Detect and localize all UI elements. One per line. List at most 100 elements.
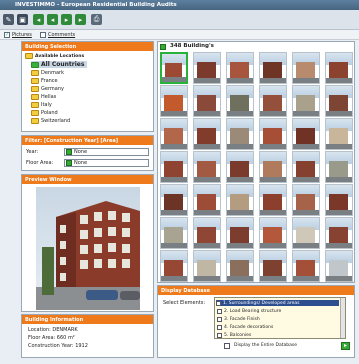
comments-checkbox[interactable] bbox=[40, 32, 46, 38]
floor-toggle-icon bbox=[66, 160, 72, 166]
tree-root[interactable]: Available Locations bbox=[25, 53, 84, 59]
checkbox-icon bbox=[217, 308, 222, 314]
building-selection-heading: Building Selection bbox=[22, 42, 153, 51]
prev-icon[interactable]: ◂ bbox=[47, 14, 58, 25]
elements-listbox[interactable]: 1. Surroundings/ Developed areas 2. Load… bbox=[214, 297, 346, 339]
thumbnail[interactable] bbox=[259, 184, 287, 216]
list-item[interactable]: 1. Surroundings/ Developed areas bbox=[216, 300, 339, 306]
thumbnail[interactable] bbox=[193, 217, 221, 249]
tree-item-all-countries[interactable]: All Countries bbox=[31, 61, 88, 68]
thumbnail[interactable] bbox=[193, 151, 221, 183]
thumbnail[interactable] bbox=[226, 217, 254, 249]
thumbnail[interactable] bbox=[325, 217, 353, 249]
construction-year-text: Construction Year: 1912 bbox=[28, 343, 88, 349]
thumbnail[interactable] bbox=[292, 85, 320, 117]
year-toggle-icon bbox=[66, 149, 72, 155]
tree-root-label: Available Locations bbox=[35, 53, 85, 59]
comments-label: Comments bbox=[48, 32, 76, 38]
thumbnail[interactable] bbox=[292, 52, 320, 84]
entire-database-label: Display the Entire Database bbox=[234, 343, 297, 348]
tree-item-denmark[interactable]: Denmark bbox=[31, 70, 64, 76]
thumbnail[interactable] bbox=[226, 52, 254, 84]
thumbnail[interactable] bbox=[292, 151, 320, 183]
preview-panel: Preview Window bbox=[21, 174, 154, 312]
results-toggle-icon[interactable] bbox=[160, 44, 166, 50]
results-count: 348 Building's bbox=[170, 43, 214, 49]
thumbnail[interactable] bbox=[160, 151, 188, 183]
building-selection-panel: Building Selection Available Locations A… bbox=[21, 41, 154, 132]
thumbnail[interactable] bbox=[325, 184, 353, 216]
thumbnail[interactable] bbox=[259, 151, 287, 183]
list-item-label: 4. Facade decorations bbox=[224, 324, 274, 330]
preview-heading: Preview Window bbox=[22, 175, 153, 184]
list-item[interactable]: 2. Load Bearing structure bbox=[217, 308, 281, 314]
tree-item-poland[interactable]: Poland bbox=[31, 110, 58, 116]
go-arrow-icon[interactable]: ▸ bbox=[341, 342, 350, 350]
thumbnail[interactable] bbox=[259, 217, 287, 249]
thumbnail[interactable] bbox=[259, 85, 287, 117]
listbox-scrollbar[interactable] bbox=[340, 298, 345, 338]
thumbnail[interactable] bbox=[193, 184, 221, 216]
filter-panel: Filter: [Construction Year] [Area] Year:… bbox=[21, 135, 154, 171]
first-icon[interactable]: ◂ bbox=[33, 14, 44, 25]
thumbnail[interactable] bbox=[259, 52, 287, 84]
tree-item-switzerland[interactable]: Switzerland bbox=[31, 118, 70, 124]
save-icon[interactable]: ▣ bbox=[17, 14, 28, 25]
thumbnail[interactable] bbox=[226, 184, 254, 216]
preview-image bbox=[36, 187, 140, 310]
thumbnail[interactable] bbox=[193, 85, 221, 117]
tree-item-label: Hellas bbox=[41, 94, 57, 100]
floor-area-label: Floor Area: bbox=[26, 160, 54, 166]
thumbnail[interactable] bbox=[160, 250, 188, 282]
thumbnail[interactable] bbox=[160, 217, 188, 249]
thumbnail[interactable] bbox=[292, 118, 320, 150]
thumbnail[interactable] bbox=[226, 151, 254, 183]
print-icon[interactable]: ⎙ bbox=[91, 14, 102, 25]
thumbnail[interactable] bbox=[325, 151, 353, 183]
thumbnail[interactable] bbox=[325, 52, 353, 84]
next-icon[interactable]: ▸ bbox=[61, 14, 72, 25]
folder-icon bbox=[31, 61, 39, 68]
thumbnail[interactable] bbox=[259, 118, 287, 150]
thumbnail[interactable] bbox=[226, 118, 254, 150]
tree-item-italy[interactable]: Italy bbox=[31, 102, 52, 108]
thumbnail[interactable] bbox=[292, 250, 320, 282]
floor-area-field[interactable]: None bbox=[64, 159, 149, 167]
thumbnail[interactable] bbox=[193, 250, 221, 282]
thumbnail[interactable] bbox=[226, 85, 254, 117]
thumbnail[interactable] bbox=[160, 85, 188, 117]
options-bar: ✓ Pictures Comments bbox=[0, 30, 359, 40]
last-icon[interactable]: ▸ bbox=[75, 14, 86, 25]
tree-item-france[interactable]: France bbox=[31, 78, 58, 84]
thumbnail[interactable] bbox=[325, 118, 353, 150]
thumbnail[interactable] bbox=[160, 52, 188, 84]
tree-item-hellas[interactable]: Hellas bbox=[31, 94, 56, 100]
folder-icon bbox=[25, 53, 33, 59]
display-database-heading: Display Database bbox=[158, 286, 354, 295]
tree-item-label: Poland bbox=[41, 110, 58, 116]
list-item[interactable]: 5. Balconies bbox=[217, 332, 251, 338]
thumbnail[interactable] bbox=[160, 118, 188, 150]
tree-item-label: Denmark bbox=[41, 70, 64, 76]
thumbnail[interactable] bbox=[292, 184, 320, 216]
pencil-icon[interactable]: ✎ bbox=[3, 14, 14, 25]
thumbnail[interactable] bbox=[259, 250, 287, 282]
thumbnail[interactable] bbox=[325, 85, 353, 117]
folder-icon bbox=[31, 118, 39, 124]
thumbnail[interactable] bbox=[325, 250, 353, 282]
app-title: INVESTIMMO - European Residential Buildi… bbox=[15, 2, 177, 8]
title-bar: INVESTIMMO - European Residential Buildi… bbox=[0, 0, 359, 10]
thumbnail[interactable] bbox=[193, 118, 221, 150]
list-item[interactable]: 3. Facade Finish bbox=[217, 316, 260, 322]
folder-icon bbox=[31, 70, 39, 76]
tree-item-germany[interactable]: Germany bbox=[31, 86, 64, 92]
pictures-checkbox[interactable]: ✓ bbox=[4, 32, 10, 38]
thumbnail-grid bbox=[160, 52, 353, 282]
thumbnail[interactable] bbox=[292, 217, 320, 249]
year-field[interactable]: None bbox=[64, 148, 149, 156]
thumbnail[interactable] bbox=[193, 52, 221, 84]
list-item[interactable]: 4. Facade decorations bbox=[217, 324, 273, 330]
thumbnail[interactable] bbox=[226, 250, 254, 282]
thumbnail[interactable] bbox=[160, 184, 188, 216]
entire-database-checkbox[interactable] bbox=[224, 343, 230, 349]
